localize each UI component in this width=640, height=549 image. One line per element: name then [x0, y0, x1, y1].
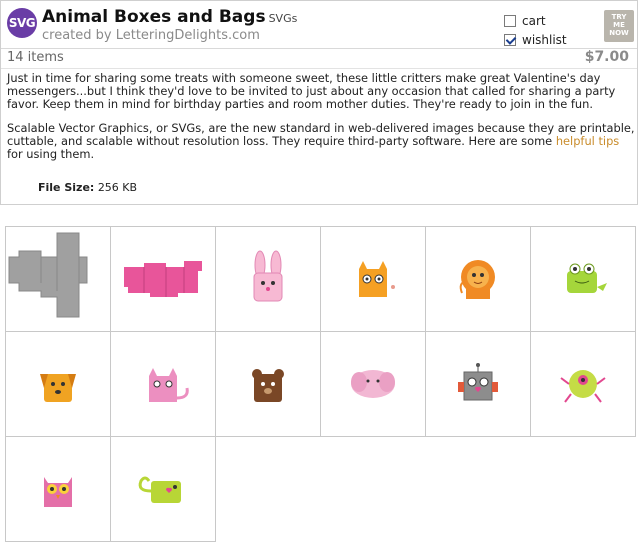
- product-creator[interactable]: created by LetteringDelights.com: [42, 28, 260, 43]
- file-size: File Size: 256 KB: [38, 181, 137, 194]
- product-type: SVGs: [268, 12, 298, 25]
- product-meta: 14 items $7.00: [1, 49, 637, 69]
- file-size-value: 256 KB: [97, 181, 138, 194]
- try-label-3: NOW: [609, 29, 629, 37]
- thumbnail-chameleon[interactable]: [110, 436, 216, 542]
- description-paragraph-2: Scalable Vector Graphics, or SVGs, are t…: [7, 122, 635, 161]
- cart-option[interactable]: cart: [504, 14, 546, 28]
- product-header: SVG Animal Boxes and Bags SVGs created by…: [1, 1, 637, 49]
- description-2-text: Scalable Vector Graphics, or SVGs, are t…: [7, 121, 635, 148]
- thumbnail-pink-bag-template[interactable]: [110, 226, 216, 332]
- product-card: SVG Animal Boxes and Bags SVGs created by…: [0, 0, 638, 205]
- product-title[interactable]: Animal Boxes and Bags SVGs: [42, 7, 297, 27]
- thumbnail-robot[interactable]: [425, 331, 531, 437]
- thumbnail-gray-box-template[interactable]: [5, 226, 111, 332]
- try-label-2: ME: [613, 21, 625, 29]
- wishlist-label: wishlist: [522, 33, 567, 47]
- try-label-1: TRY: [611, 13, 627, 21]
- thumbnail-lion[interactable]: [425, 226, 531, 332]
- thumbnail-monster[interactable]: [530, 331, 636, 437]
- thumbnail-frog[interactable]: [530, 226, 636, 332]
- description-paragraph-1: Just in time for sharing some treats wit…: [7, 71, 616, 111]
- thumbnail-bunny[interactable]: [215, 226, 321, 332]
- thumbnail-owl[interactable]: [5, 436, 111, 542]
- thumbnail-orange-cat[interactable]: [320, 226, 426, 332]
- wishlist-option[interactable]: wishlist: [504, 33, 567, 47]
- helpful-tips-link[interactable]: helpful tips: [556, 134, 619, 148]
- file-size-label: File Size:: [38, 181, 95, 194]
- product-price: $7.00: [584, 49, 629, 65]
- wishlist-checkbox[interactable]: [504, 34, 516, 46]
- cart-checkbox[interactable]: [504, 15, 516, 27]
- item-count: 14 items: [7, 50, 64, 65]
- thumbnail-dog[interactable]: [5, 331, 111, 437]
- thumbnail-pink-cat[interactable]: [110, 331, 216, 437]
- try-me-now-button[interactable]: TRY ME NOW: [604, 10, 634, 42]
- cart-label: cart: [522, 14, 546, 28]
- svg-format-badge: SVG: [7, 8, 37, 38]
- description-2-end: for using them.: [7, 147, 95, 161]
- thumbnail-elephant[interactable]: [320, 331, 426, 437]
- product-title-text[interactable]: Animal Boxes and Bags: [42, 7, 266, 27]
- thumbnail-bear[interactable]: [215, 331, 321, 437]
